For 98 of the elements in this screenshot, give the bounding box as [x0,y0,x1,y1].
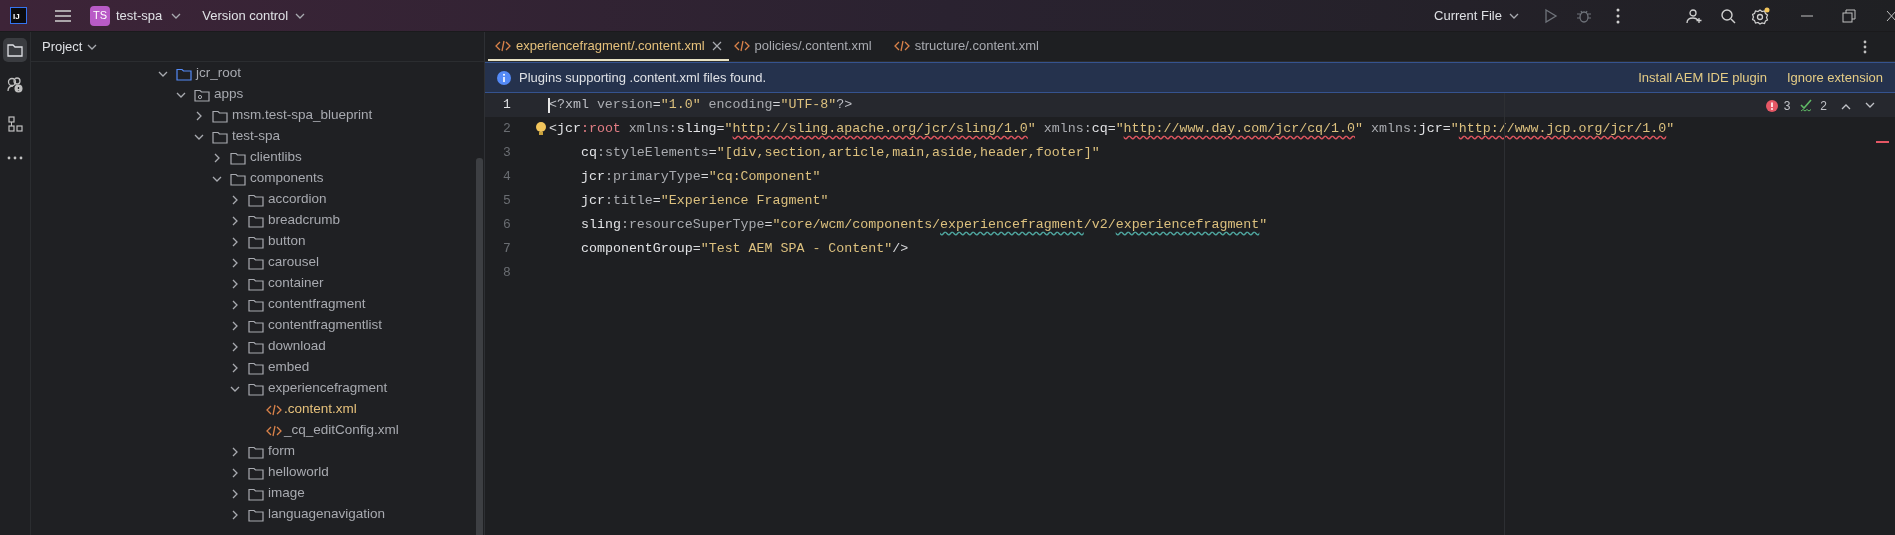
xml-file-icon [266,403,282,416]
folder-icon [248,507,264,522]
tree-item[interactable]: _cq_editConfig.xml [31,420,484,441]
folder-icon [248,360,264,375]
app-logo: IJ [10,7,27,24]
xml-file-icon [733,39,750,52]
tree-item[interactable]: carousel [31,252,484,273]
folder-icon [7,43,23,57]
xml-file-icon [266,424,282,437]
code-line: componentGroup="Test AEM SPA - Content"/> [580,240,909,259]
line-number: 5 [502,192,512,211]
tree-item[interactable]: download [31,336,484,357]
tree-item[interactable]: breadcrumb [31,210,484,231]
tree-item[interactable]: test-spa [31,126,484,147]
tree-item[interactable]: helloworld [31,462,484,483]
structure-icon[interactable] [7,116,23,132]
line-number: 3 [502,144,512,163]
tree-item[interactable]: .content.xml [31,399,484,420]
editor-tab[interactable]: structure/.content.xml [886,32,1046,61]
error-icon [1765,100,1778,112]
tree-item[interactable]: embed [31,357,484,378]
lightbulb-icon[interactable] [535,121,547,137]
project-view-selector[interactable]: Project [42,36,99,57]
error-count: 3 [1783,98,1791,115]
folder-icon [212,108,228,123]
chevron-down-icon[interactable] [1865,102,1875,110]
code-line: jcr:title="Experience Fragment" [580,192,829,211]
folder-icon [248,339,264,354]
project-badge: TS [90,5,110,26]
folder-icon [230,171,246,186]
vcs-menu[interactable]: Version control [202,5,307,26]
editor-tab[interactable]: policies/.content.xml [726,32,879,61]
folder-icon [248,381,264,396]
banner-message: Plugins supporting .content.xml files found. [519,68,767,87]
warning-count: 2 [1820,98,1827,115]
close-icon[interactable] [711,40,722,51]
tree-item[interactable]: button [31,231,484,252]
info-icon [497,70,511,85]
line-number: 6 [502,216,512,235]
search-icon[interactable] [1720,7,1736,24]
code-line: <?xml version="1.0" encoding="UTF-8"?> [549,96,853,115]
tree-item[interactable]: jcr_root [31,63,484,84]
line-number: 4 [502,168,512,187]
settings-icon[interactable] [1752,6,1770,25]
tree-item[interactable]: experiencefragment [31,378,484,399]
folder-icon [248,318,264,333]
tree-item[interactable]: msm.test-spa_blueprint [31,105,484,126]
plugins-icon[interactable] [6,76,24,94]
tree-item[interactable]: clientlibs [31,147,484,168]
code-line: sling:resourceSuperType="core/wcm/components/experiencefragment/v2/experiencefragment" [580,216,1268,235]
run-icon[interactable] [1542,7,1558,24]
xml-file-icon [495,39,511,52]
folder-icon [212,129,228,144]
tree-item[interactable]: container [31,273,484,294]
restore-icon[interactable] [1842,8,1856,23]
line-number: 2 [502,120,512,139]
folder-icon [248,213,264,228]
tree-item[interactable]: components [31,168,484,189]
folder-icon [248,444,264,459]
line-number: 7 [502,240,512,259]
tree-item[interactable]: image [31,483,484,504]
more-icon[interactable] [1863,39,1867,54]
project-tool-button[interactable] [3,38,27,62]
add-user-icon[interactable] [1686,7,1704,24]
menu-icon[interactable] [54,8,72,23]
banner-link[interactable]: Install AEM IDE plugin [1638,67,1767,88]
xml-file-icon [893,39,910,52]
code-line: cq:styleElements="[div,section,article,main,aside,header,footer]" [580,144,1100,163]
folder-icon [248,465,264,480]
folder-icon [176,66,192,81]
tree-item[interactable]: accordion [31,189,484,210]
tree-item[interactable]: form [31,441,484,462]
error-stripe-mark [1876,141,1889,143]
banner-link[interactable]: Ignore extension [1786,67,1883,88]
code-line: jcr:primaryType="cq:Component" [580,168,821,187]
chevron-up-icon[interactable] [1841,102,1851,110]
code-line: <jcr:root xmlns:sling="http://sling.apache.org/jcr/sling/1.0" xmlns:cq="http://www.day.com/jcr/cq/1.0" xmlns:jcr="http://www.jcp.org/jcr/1.0" [549,120,1675,139]
folder-icon [230,150,246,165]
folder-icon [248,192,264,207]
tree-item[interactable]: contentfragmentlist [31,315,484,336]
line-number: 8 [502,264,512,283]
tree-item[interactable]: apps [31,84,484,105]
folder-icon [248,255,264,270]
tree-item[interactable]: languagenavigation [31,504,484,525]
more-icon[interactable] [1616,7,1620,24]
check-icon [1800,99,1815,113]
folder-icon [248,234,264,249]
package-folder-icon [194,87,210,102]
tree-item[interactable]: contentfragment [31,294,484,315]
run-configuration-selector[interactable]: Current File [1434,5,1520,26]
folder-icon [248,276,264,291]
line-number: 1 [502,96,512,115]
folder-icon [248,486,264,501]
folder-icon [248,297,264,312]
project-switcher[interactable]: TS test-spa [90,5,183,26]
more-icon[interactable] [7,156,23,160]
text-cursor [548,98,550,113]
scrollbar-thumb[interactable] [476,158,483,535]
